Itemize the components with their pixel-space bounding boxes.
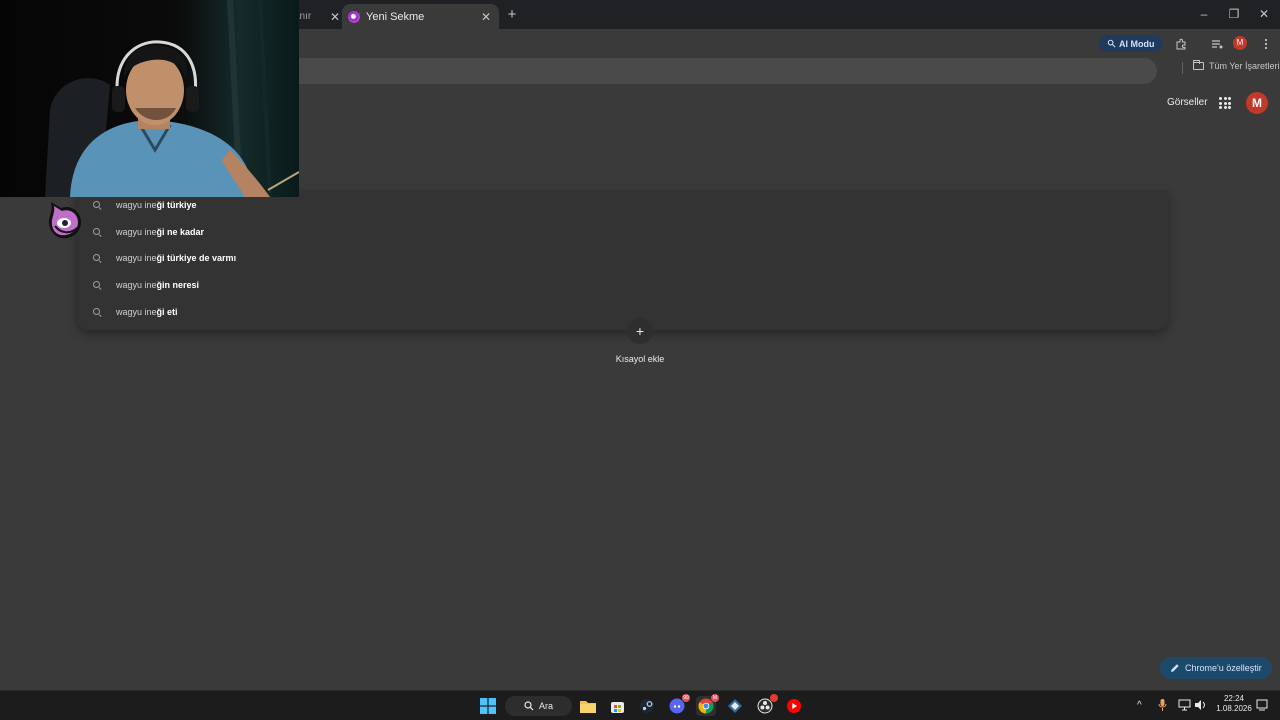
system-clock[interactable]: 22:24 1.08.2026 — [1214, 694, 1254, 714]
suggestion-prefix: wagyu ine — [116, 200, 157, 210]
favicon-icon — [348, 10, 360, 23]
app-icon[interactable] — [725, 696, 745, 716]
suggestion-completion: ğin neresi — [156, 280, 200, 290]
account-avatar[interactable]: M — [1246, 92, 1268, 114]
all-bookmarks-label: Tüm Yer İşaretleri — [1209, 61, 1280, 71]
bookmarks-separator — [1182, 62, 1183, 74]
extensions-icon[interactable] — [1172, 35, 1189, 52]
suggestion-prefix: wagyu ine — [116, 253, 157, 263]
suggestion-completion: ği ne kadar — [156, 227, 205, 237]
maximize-button[interactable]: ❐ — [1219, 5, 1249, 23]
omnibox-suggestions: wagyu ine ği türkiye wagyu ine ği ne kadar… — [77, 190, 1168, 330]
screen: anır - ✕ Yeni Sekme ✕ + – ❐ ✕ AI Modu M — [0, 0, 1280, 720]
store-icon[interactable] — [607, 696, 627, 716]
start-icon[interactable] — [478, 696, 498, 716]
search-icon — [524, 701, 534, 711]
tray-overflow-icon[interactable]: ^ — [1137, 700, 1142, 711]
notifications-icon[interactable] — [1256, 699, 1268, 714]
more-menu-icon[interactable] — [1257, 35, 1274, 52]
suggestion-item[interactable]: wagyu ine ği ne kadar — [93, 220, 204, 244]
volume-icon[interactable] — [1194, 699, 1207, 714]
suggestion-completion: ği eti — [156, 307, 178, 317]
add-shortcut-label: Kısayol ekle — [615, 354, 665, 364]
suggestion-completion: ği türkiye — [156, 200, 197, 210]
close-icon[interactable]: ✕ — [328, 10, 342, 24]
suggestion-prefix: wagyu ine — [116, 227, 157, 237]
taskbar-search[interactable]: Ara — [505, 696, 572, 716]
suggestion-prefix: wagyu ine — [116, 280, 157, 290]
clock-time: 22:24 — [1223, 694, 1245, 703]
suggestion-prefix: wagyu ine — [116, 307, 157, 317]
search-icon — [93, 280, 102, 290]
taskbar-search-label: Ara — [538, 701, 553, 711]
images-link[interactable]: Görseller — [1167, 97, 1208, 108]
tab-title: Yeni Sekme — [366, 10, 425, 23]
discord-badge: 99 — [682, 694, 690, 702]
folder-icon — [1193, 60, 1204, 70]
obs-icon[interactable] — [755, 694, 778, 716]
network-icon[interactable] — [1178, 699, 1191, 714]
minimize-button[interactable]: – — [1189, 5, 1219, 23]
new-tab-button[interactable]: + — [503, 6, 521, 24]
suggestion-item[interactable]: wagyu ine ği eti — [93, 300, 178, 324]
ai-mode-button[interactable]: AI Modu — [1099, 35, 1163, 52]
youtube-music-icon[interactable] — [784, 696, 804, 716]
tab-new-tab[interactable]: Yeni Sekme ✕ — [342, 4, 499, 29]
sparkle-search-icon — [1107, 39, 1116, 48]
customize-chrome-label: Chrome'u özelleştir — [1185, 663, 1262, 673]
media-control-icon[interactable] — [1208, 35, 1225, 52]
search-icon — [93, 253, 102, 263]
search-icon — [93, 227, 102, 237]
webcam-overlay — [0, 0, 299, 197]
google-apps-icon[interactable] — [1219, 97, 1231, 109]
suggestion-item[interactable]: wagyu ine ğin neresi — [93, 273, 199, 297]
ai-mode-label: AI Modu — [1119, 38, 1155, 49]
discord-icon[interactable]: 99 — [667, 694, 690, 716]
webcam-person-image — [0, 0, 299, 197]
add-shortcut-button[interactable]: + — [627, 318, 653, 344]
file-explorer-icon[interactable] — [578, 696, 598, 716]
search-icon — [93, 200, 102, 210]
all-bookmarks-button[interactable]: Tüm Yer İşaretleri — [1193, 60, 1280, 71]
clock-date: 1.08.2026 — [1216, 704, 1252, 713]
bird-logo-icon — [48, 202, 81, 239]
taskbar: Ara 99 M ^ — [0, 690, 1280, 720]
notification-dot — [770, 694, 778, 702]
chrome-profile-badge: M — [711, 694, 719, 702]
pencil-icon — [1171, 664, 1179, 672]
suggestion-completion: ği türkiye de varmı — [156, 253, 237, 263]
chrome-icon[interactable]: M — [696, 694, 719, 716]
microphone-icon[interactable] — [1158, 699, 1167, 714]
steam-icon[interactable] — [637, 696, 657, 716]
customize-chrome-button[interactable]: Chrome'u özelleştir — [1160, 657, 1272, 679]
close-icon[interactable]: ✕ — [479, 10, 493, 24]
suggestion-item[interactable]: wagyu ine ği türkiye de varmı — [93, 246, 236, 270]
profile-avatar[interactable]: M — [1233, 36, 1247, 50]
close-window-button[interactable]: ✕ — [1249, 5, 1279, 23]
search-icon — [93, 307, 102, 317]
